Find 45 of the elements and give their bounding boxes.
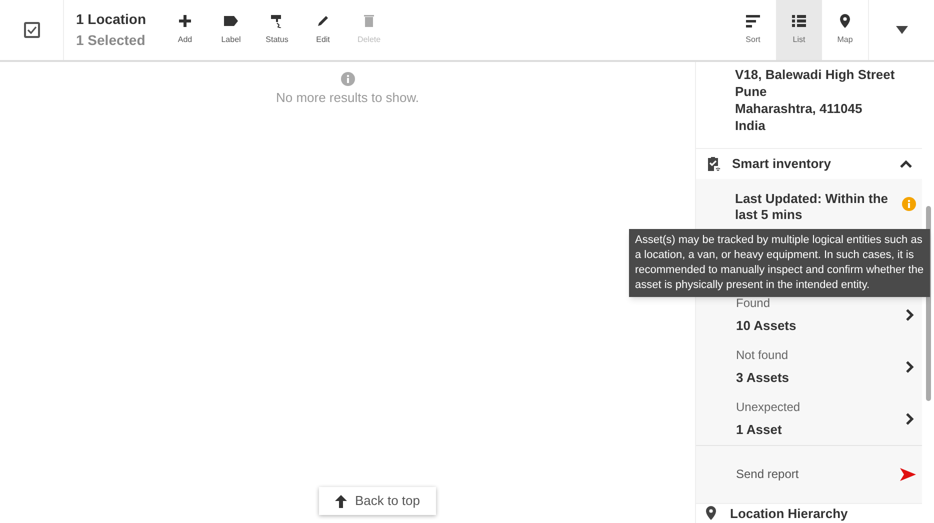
address-line: Maharashtra, 411045 <box>735 100 864 117</box>
back-to-top-button[interactable]: Back to top <box>318 487 436 515</box>
result-row[interactable]: Not found 3 Assets <box>696 340 922 392</box>
tooltip: Asset(s) may be tracked by multiple logical entities such as a location, a van, or heavy equipment. In such cases, it is recommended to manually inspect and confirm whether the asset is physically present in the intended entity. <box>629 229 930 297</box>
send-report-link[interactable]: Send report <box>736 465 900 483</box>
plus-icon <box>178 14 192 28</box>
tag-icon <box>224 14 238 28</box>
map-pin-icon <box>838 14 852 28</box>
result-value: 3 Assets <box>736 368 790 387</box>
selected-count: 1 Selected <box>76 31 146 50</box>
selection-count: 1 Location <box>76 10 146 29</box>
list-icon <box>792 14 806 28</box>
result-label: Found <box>736 294 772 312</box>
sort-icon <box>746 14 760 28</box>
map-pin-icon <box>706 506 716 520</box>
last-updated-text: Last Updated: Within the last 5 mins <box>735 190 889 222</box>
arrow-up-icon <box>334 494 347 508</box>
chevron-right-icon <box>906 412 914 424</box>
address-line: V18, Balewadi High Street <box>735 66 896 83</box>
no-results-message: No more results to show. <box>276 89 420 107</box>
clipboard-check-icon <box>706 156 722 172</box>
trash-icon <box>362 14 376 28</box>
add-button[interactable]: Add <box>162 0 208 60</box>
checkbox[interactable] <box>24 22 40 38</box>
address-line: Pune <box>735 83 768 100</box>
address-line: India <box>735 117 766 134</box>
chevron-right-icon <box>906 308 914 320</box>
status-button[interactable]: Status <box>254 0 300 60</box>
info-icon <box>340 72 354 86</box>
result-label: Unexpected <box>736 398 802 416</box>
result-row[interactable]: Unexpected 1 Asset <box>696 392 922 444</box>
dropdown-caret-icon[interactable] <box>896 26 908 34</box>
section-title: Location Hierarchy <box>730 504 848 523</box>
chevron-right-icon <box>906 360 914 372</box>
list-view-button[interactable]: List <box>776 0 822 60</box>
result-value: 10 Assets <box>736 316 798 335</box>
send-icon[interactable] <box>900 468 916 480</box>
checkmark-icon <box>26 26 36 34</box>
label-button[interactable]: Label <box>208 0 254 60</box>
pencil-icon <box>316 14 330 28</box>
chevron-up-icon[interactable] <box>900 160 912 168</box>
result-value: 1 Asset <box>736 420 783 439</box>
result-label: Not found <box>736 346 790 364</box>
edit-button[interactable]: Edit <box>300 0 346 60</box>
section-title: Smart inventory <box>732 155 832 173</box>
